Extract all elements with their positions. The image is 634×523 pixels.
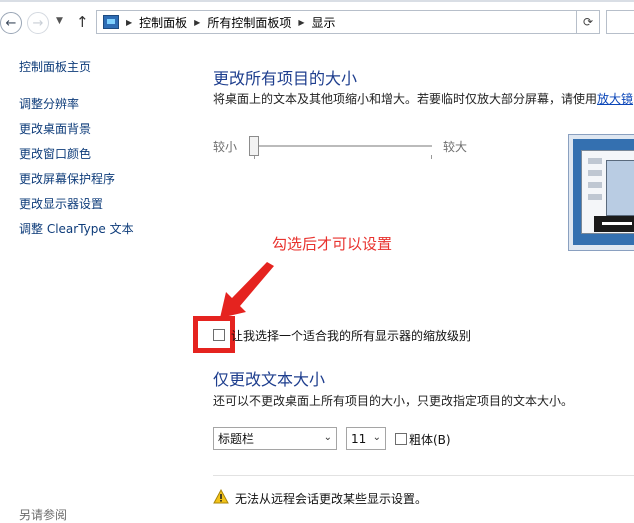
annotation-text: 勾选后才可以设置	[272, 235, 393, 253]
preview-row	[588, 158, 602, 164]
size-section-title: 更改所有项目的大小	[213, 69, 358, 88]
window-top-edge	[0, 0, 634, 2]
size-description-text: 将桌面上的文本及其他项缩小和增大。若要临时仅放大部分屏幕，请使用	[213, 92, 598, 106]
custom-scaling-checkbox[interactable]	[213, 329, 225, 341]
sidebar-item-resolution[interactable]: 调整分辨率	[19, 95, 79, 112]
sidebar-home-link[interactable]: 控制面板主页	[19, 58, 91, 75]
search-input[interactable]	[606, 10, 634, 34]
sidebar-item-background[interactable]: 更改桌面背景	[19, 120, 91, 137]
breadcrumb-control-panel[interactable]: 控制面板	[139, 14, 187, 31]
text-size-select[interactable]: 11 ⌄	[346, 427, 386, 450]
sidebar-item-display-settings[interactable]: 更改显示器设置	[19, 195, 103, 212]
size-section-description: 将桌面上的文本及其他项缩小和增大。若要临时仅放大部分屏幕，请使用放大镜	[213, 90, 633, 107]
recent-pages-dropdown[interactable]: ▼	[56, 16, 63, 26]
preview-taskbar	[594, 216, 634, 232]
refresh-icon: ⟳	[582, 15, 594, 29]
divider	[213, 475, 634, 476]
remote-session-warning: 无法从远程会话更改某些显示设置。	[235, 492, 428, 506]
breadcrumb-separator-icon[interactable]: ▶	[194, 18, 200, 27]
refresh-button[interactable]: ⟳	[576, 10, 600, 34]
chevron-down-icon: ⌄	[372, 432, 381, 443]
preview-row	[588, 182, 602, 188]
preview-row	[588, 194, 602, 200]
breadcrumb-separator-icon[interactable]: ▶	[126, 18, 132, 27]
breadcrumb-separator-icon[interactable]: ▶	[298, 18, 304, 27]
back-icon: ←	[5, 15, 17, 31]
slider-max-label: 较大	[443, 140, 468, 154]
magnifier-link[interactable]: 放大镜	[597, 92, 633, 106]
warning-icon	[213, 489, 229, 504]
size-slider-track[interactable]	[254, 145, 432, 147]
text-item-value: 标题栏	[218, 432, 255, 446]
breadcrumb-display[interactable]: 显示	[312, 14, 336, 31]
see-also-heading: 另请参阅	[19, 508, 68, 522]
control-panel-icon	[103, 15, 119, 29]
slider-min-label: 较小	[213, 140, 238, 154]
back-button[interactable]: ←	[0, 12, 22, 34]
chevron-down-icon: ⌄	[323, 432, 332, 443]
text-item-select[interactable]: 标题栏 ⌄	[213, 427, 337, 450]
address-bar[interactable]: ▶ 控制面板 ▶ 所有控制面板项 ▶ 显示	[96, 10, 590, 34]
bold-checkbox[interactable]	[395, 433, 407, 445]
custom-scaling-label[interactable]: 让我选择一个适合我的所有显示器的缩放级别	[231, 327, 471, 344]
forward-button[interactable]: →	[27, 12, 49, 34]
text-size-value: 11	[351, 431, 367, 446]
sidebar-item-cleartype[interactable]: 调整 ClearType 文本	[19, 220, 134, 237]
sidebar-item-window-color[interactable]: 更改窗口颜色	[19, 145, 91, 162]
size-slider-thumb[interactable]	[249, 136, 259, 156]
up-arrow-icon[interactable]: ↑	[76, 13, 89, 31]
preview-inner-window	[606, 160, 634, 216]
bold-label[interactable]: 粗体(B)	[409, 431, 451, 448]
sidebar-item-screensaver[interactable]: 更改屏幕保护程序	[19, 170, 115, 187]
arrow-annotation	[220, 262, 274, 318]
text-section-title: 仅更改文本大小	[213, 370, 326, 389]
breadcrumb-all-items[interactable]: 所有控制面板项	[207, 14, 291, 31]
text-section-description: 还可以不更改桌面上所有项目的大小，只更改指定项目的文本大小。	[213, 394, 574, 408]
forward-icon: →	[32, 15, 44, 31]
preview-row	[588, 170, 602, 176]
size-slider-ticks	[254, 155, 432, 159]
